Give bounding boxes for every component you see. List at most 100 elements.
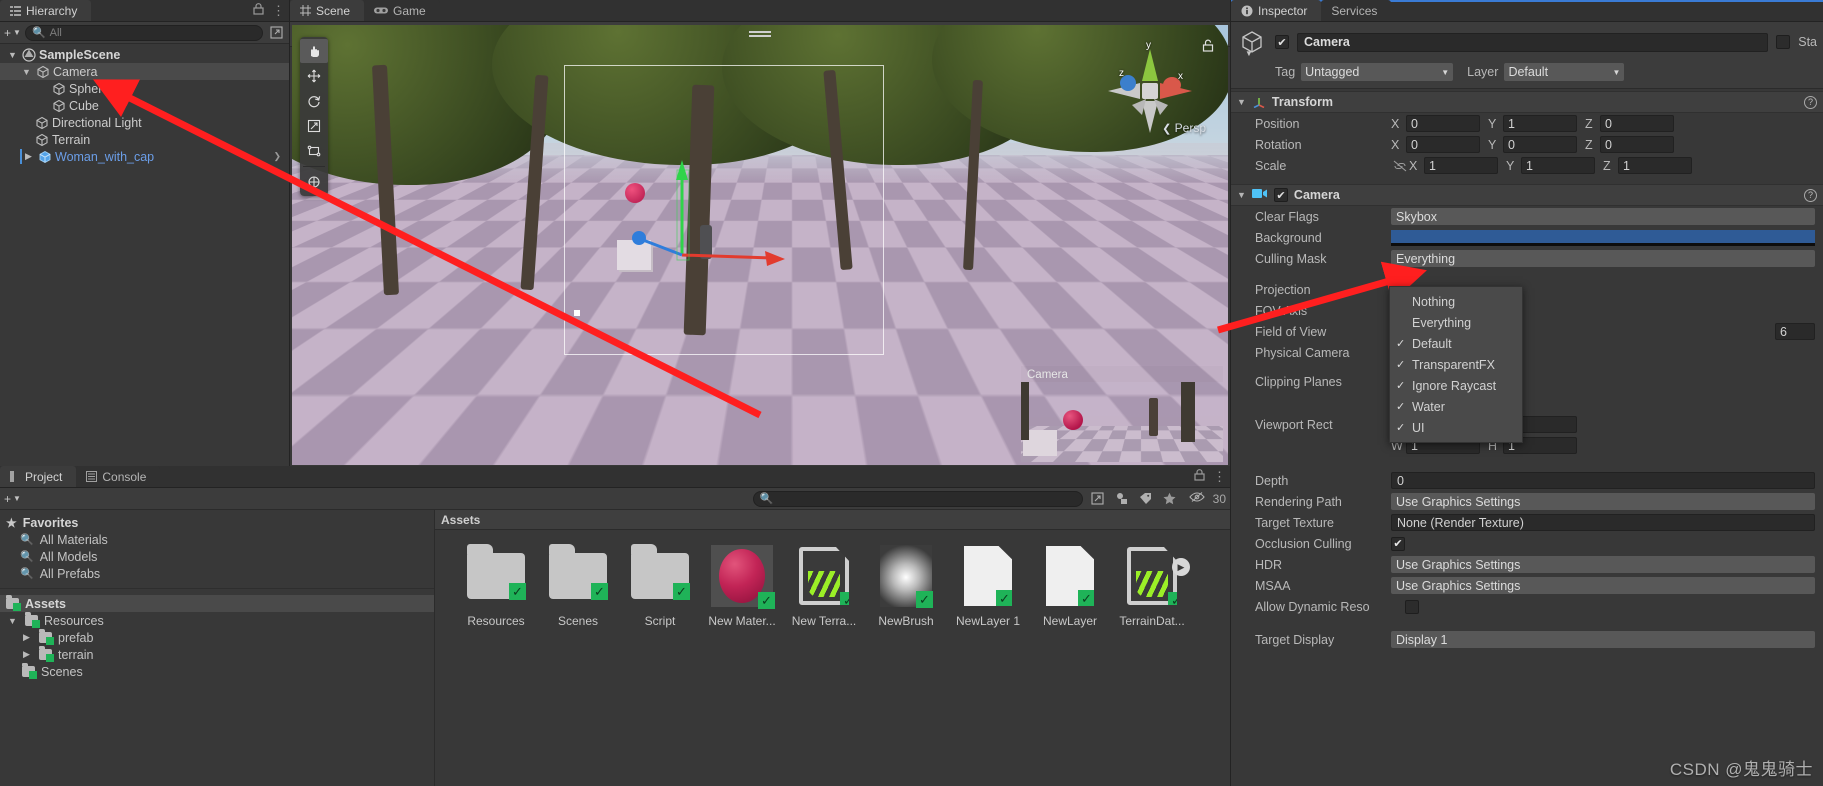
- selection-handle[interactable]: [574, 310, 580, 316]
- hierarchy-item-terrain[interactable]: Terrain: [0, 131, 289, 148]
- create-gameobject-button[interactable]: + ▼: [4, 26, 21, 40]
- collapse-arrow-icon[interactable]: ▼: [1237, 190, 1246, 200]
- tab-inspector[interactable]: Inspector: [1231, 0, 1322, 21]
- scale-y-field[interactable]: 1: [1521, 157, 1595, 174]
- expand-arrow-icon[interactable]: ▼: [6, 616, 19, 626]
- favorite-all-materials[interactable]: 🔍 All Materials: [0, 531, 434, 548]
- hierarchy-expand-icon[interactable]: [267, 25, 285, 41]
- depth-field[interactable]: 0: [1391, 472, 1815, 489]
- lock-icon[interactable]: [253, 3, 264, 18]
- rotation-z-field[interactable]: 0: [1600, 136, 1674, 153]
- viewport-drag-handle[interactable]: [749, 31, 771, 33]
- help-icon[interactable]: ?: [1804, 188, 1817, 202]
- culling-mask-option-water[interactable]: ✓ Water: [1390, 396, 1522, 417]
- hierarchy-item-samplescene[interactable]: ▼ SampleScene: [0, 46, 289, 63]
- tab-game[interactable]: Game: [364, 0, 440, 21]
- project-menu-icon[interactable]: ⋮: [1213, 470, 1226, 483]
- scale-link-icon[interactable]: [1391, 160, 1409, 172]
- prefab-open-arrow-icon[interactable]: ❯: [273, 151, 281, 162]
- favorite-icon[interactable]: [1161, 491, 1179, 507]
- asset-item-newlayer-1[interactable]: ✓ NewLayer 1: [947, 544, 1029, 628]
- hierarchy-item-sphere[interactable]: Sphere: [0, 80, 289, 97]
- culling-mask-option-nothing[interactable]: Nothing: [1390, 291, 1522, 312]
- rotation-y-field[interactable]: 0: [1503, 136, 1577, 153]
- expand-arrow-icon[interactable]: ▼: [6, 50, 19, 60]
- culling-mask-option-transparentfx[interactable]: ✓ TransparentFX: [1390, 354, 1522, 375]
- project-tree-assets[interactable]: Assets: [0, 595, 434, 612]
- hierarchy-search-input[interactable]: 🔍 All: [24, 24, 263, 41]
- scale-tool-button[interactable]: [300, 114, 328, 138]
- asset-item-script[interactable]: ✓ Script: [619, 544, 701, 628]
- rendering-path-dropdown[interactable]: Use Graphics Settings: [1391, 493, 1815, 510]
- rect-tool-button[interactable]: [300, 139, 328, 163]
- allow-dynamic-resolution-checkbox[interactable]: [1405, 599, 1419, 614]
- project-tree-terrain[interactable]: ▶ terrain: [0, 646, 434, 663]
- hand-tool-button[interactable]: [300, 39, 328, 63]
- culling-mask-option-ui[interactable]: ✓ UI: [1390, 417, 1522, 438]
- scene-projection-label[interactable]: ❮ Persp: [1162, 121, 1206, 135]
- static-checkbox[interactable]: [1776, 35, 1791, 49]
- culling-mask-popup-menu[interactable]: Nothing Everything ✓ Default ✓ Transpare…: [1389, 286, 1523, 443]
- label-filter-icon[interactable]: [1137, 491, 1155, 507]
- viewport-lock-icon[interactable]: [1202, 39, 1214, 55]
- tab-project[interactable]: Project: [0, 466, 77, 487]
- asset-item-resources[interactable]: ✓ Resources: [455, 544, 537, 628]
- tab-console[interactable]: Console: [76, 466, 161, 487]
- project-tree-resources[interactable]: ▼ Resources: [0, 612, 434, 629]
- open-external-icon[interactable]: [1089, 491, 1107, 507]
- rotate-tool-button[interactable]: [300, 89, 328, 113]
- object-enabled-checkbox[interactable]: ✔: [1275, 35, 1289, 49]
- hierarchy-menu-icon[interactable]: ⋮: [272, 4, 285, 17]
- expand-arrow-icon[interactable]: ▶: [20, 632, 33, 643]
- expand-arrow-icon[interactable]: ▼: [20, 67, 33, 77]
- culling-mask-option-default[interactable]: ✓ Default: [1390, 333, 1522, 354]
- hierarchy-item-woman-with-cap[interactable]: ▶ Woman_with_cap ❯: [0, 148, 289, 165]
- create-asset-button[interactable]: + ▼: [4, 492, 21, 506]
- asset-item-terraindata[interactable]: ✓ ▶ TerrainDat...: [1111, 544, 1193, 628]
- tab-hierarchy[interactable]: Hierarchy: [0, 0, 92, 21]
- transform-tool-button[interactable]: [300, 170, 328, 194]
- scale-z-field[interactable]: 1: [1618, 157, 1692, 174]
- occlusion-culling-checkbox[interactable]: ✔: [1391, 536, 1405, 551]
- expand-arrow-icon[interactable]: ▶: [20, 649, 33, 660]
- hierarchy-item-directional-light[interactable]: Directional Light: [0, 114, 289, 131]
- msaa-dropdown[interactable]: Use Graphics Settings: [1391, 577, 1815, 594]
- camera-component-header[interactable]: ▼ ✔ Camera ?: [1231, 184, 1823, 206]
- move-gizmo[interactable]: [617, 130, 817, 290]
- position-x-field[interactable]: 0: [1406, 115, 1480, 132]
- help-icon[interactable]: ?: [1804, 95, 1817, 109]
- layer-dropdown[interactable]: Default ▼: [1504, 63, 1625, 81]
- transform-component-header[interactable]: ▼ Transform ?: [1231, 91, 1823, 113]
- object-name-field[interactable]: Camera: [1297, 32, 1769, 52]
- favorite-all-prefabs[interactable]: 🔍 All Prefabs: [0, 565, 434, 582]
- collapse-arrow-icon[interactable]: ▼: [1237, 97, 1246, 107]
- asset-item-new-material[interactable]: ✓ New Mater...: [701, 544, 783, 628]
- hierarchy-item-camera[interactable]: ▼ Camera: [0, 63, 289, 80]
- position-y-field[interactable]: 1: [1503, 115, 1577, 132]
- tag-dropdown[interactable]: Untagged ▼: [1301, 63, 1454, 81]
- asset-filter-icon[interactable]: [1113, 491, 1131, 507]
- camera-enabled-checkbox[interactable]: ✔: [1273, 188, 1288, 202]
- project-tree-prefab[interactable]: ▶ prefab: [0, 629, 434, 646]
- tab-scene[interactable]: Scene: [290, 0, 365, 21]
- scale-x-field[interactable]: 1: [1424, 157, 1498, 174]
- tab-services[interactable]: Services: [1321, 0, 1392, 21]
- asset-item-newlayer[interactable]: ✓ NewLayer: [1029, 544, 1111, 628]
- project-search-input[interactable]: 🔍: [752, 490, 1083, 507]
- culling-mask-option-everything[interactable]: Everything: [1390, 312, 1522, 333]
- target-display-dropdown[interactable]: Display 1: [1391, 631, 1815, 648]
- asset-item-newbrush[interactable]: ✓ NewBrush: [865, 544, 947, 628]
- background-color-swatch[interactable]: [1391, 229, 1815, 246]
- field-of-view-field[interactable]: 6: [1775, 323, 1815, 340]
- clear-flags-dropdown[interactable]: Skybox: [1391, 208, 1815, 225]
- favorite-all-models[interactable]: 🔍 All Models: [0, 548, 434, 565]
- move-tool-button[interactable]: [300, 64, 328, 88]
- position-z-field[interactable]: 0: [1600, 115, 1674, 132]
- scene-viewport[interactable]: y z x ❮ Persp Camera: [292, 25, 1228, 465]
- culling-mask-option-ignore-raycast[interactable]: ✓ Ignore Raycast: [1390, 375, 1522, 396]
- asset-item-scenes[interactable]: ✓ Scenes: [537, 544, 619, 628]
- hdr-dropdown[interactable]: Use Graphics Settings: [1391, 556, 1815, 573]
- target-texture-field[interactable]: None (Render Texture): [1391, 514, 1815, 531]
- culling-mask-dropdown[interactable]: Everything: [1391, 250, 1815, 267]
- expand-arrow-icon[interactable]: ▶: [22, 151, 35, 162]
